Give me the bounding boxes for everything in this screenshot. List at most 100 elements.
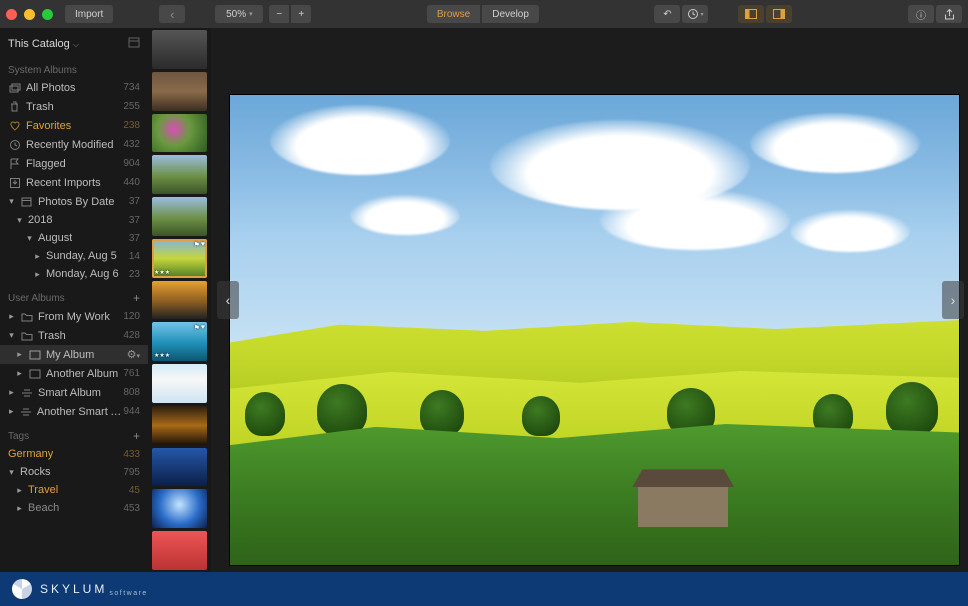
calendar-icon[interactable]: [128, 36, 140, 51]
close-window[interactable]: [6, 9, 17, 20]
thumbnail-badges: ⚑♥: [194, 324, 205, 332]
thumbnail[interactable]: [152, 364, 207, 403]
catalog-title: This Catalog: [8, 38, 70, 50]
thumbnail[interactable]: [152, 155, 207, 194]
sidebar-item-month-august[interactable]: ▾August 37: [0, 229, 148, 247]
share-icon: [944, 9, 955, 20]
brand-name: SKYLUM: [40, 582, 107, 596]
chevron-right-icon: ▸: [16, 349, 23, 360]
sidebar-tag-travel[interactable]: ▸Travel 45: [0, 481, 148, 499]
zoom-value: 50%: [226, 9, 246, 20]
sidebar-item-day-aug5[interactable]: ▸Sunday, Aug 5 14: [0, 247, 148, 265]
sidebar-item-recent-imports[interactable]: Recent Imports 440: [0, 173, 148, 192]
thumbnail[interactable]: [152, 448, 207, 487]
chevron-right-icon: ▸: [8, 406, 15, 417]
smart-icon: [20, 405, 32, 418]
panel-left-icon: [745, 9, 757, 19]
right-panel-toggle[interactable]: [766, 5, 792, 23]
thumbnail[interactable]: [152, 197, 207, 236]
maximize-window[interactable]: [42, 9, 53, 20]
info-button[interactable]: ⓘ: [908, 5, 934, 23]
thumbnail[interactable]: ★★★ ⚑♥: [152, 322, 207, 361]
tab-develop[interactable]: Develop: [482, 5, 539, 23]
section-label: Tags: [8, 431, 29, 442]
thumbnail[interactable]: [152, 30, 207, 69]
zoom-out-button[interactable]: −: [269, 5, 289, 23]
zoom-in-button[interactable]: +: [291, 5, 311, 23]
section-label: System Albums: [8, 65, 77, 76]
sidebar-item-my-album[interactable]: ▸My Album ⚙▾: [0, 345, 148, 364]
album-icon: [28, 367, 41, 380]
import-icon: [8, 176, 21, 189]
folder-icon: [20, 310, 33, 323]
toolbar: Import ‹ 50% ▾ − + Browse Develop ↶ ▾ ⓘ: [0, 0, 968, 28]
sidebar-item-recently-modified[interactable]: Recently Modified 432: [0, 135, 148, 154]
sidebar-item-another-smart[interactable]: ▸Another Smart A… 944: [0, 402, 148, 421]
sidebar-tag-beach[interactable]: ▸Beach 453: [0, 499, 148, 517]
next-image-button[interactable]: ›: [942, 281, 964, 319]
chevron-right-icon: ▸: [8, 311, 15, 322]
sidebar-item-user-trash[interactable]: ▾Trash 428: [0, 326, 148, 345]
left-panel-toggle[interactable]: [738, 5, 764, 23]
history-group: ↶ ▾: [654, 5, 708, 23]
mode-tabs: Browse Develop: [427, 5, 539, 23]
chevron-right-icon: ▸: [16, 368, 23, 379]
catalog-selector[interactable]: This Catalog ⌵: [0, 28, 148, 57]
tab-browse[interactable]: Browse: [427, 5, 480, 23]
sidebar-item-all-photos[interactable]: All Photos 734: [0, 78, 148, 97]
thumbnail-badges: ⚑♥: [194, 241, 205, 249]
chevron-down-icon: ▾: [26, 233, 33, 244]
gear-icon[interactable]: ⚙▾: [127, 348, 140, 361]
sidebar-item-photos-by-date[interactable]: ▾Photos By Date 37: [0, 192, 148, 211]
chevron-down-icon: ▾: [16, 215, 23, 226]
sidebar-tag-germany[interactable]: Germany 433: [0, 445, 148, 463]
heart-icon: ♥: [201, 241, 205, 249]
window-controls: [6, 9, 59, 20]
history-button[interactable]: ▾: [682, 5, 708, 23]
rating-stars-icon: ★★★: [154, 352, 170, 359]
section-system-albums: System Albums: [0, 57, 148, 78]
chevron-down-icon: ▾: [8, 196, 15, 207]
thumbnail[interactable]: [152, 114, 207, 153]
footer: SKYLUM software: [0, 572, 968, 606]
thumbnail[interactable]: [152, 489, 207, 528]
sidebar-item-trash[interactable]: Trash 255: [0, 97, 148, 116]
thumbnail-selected[interactable]: ★★★ ⚑♥: [152, 239, 207, 278]
zoom-dropdown[interactable]: 50% ▾: [215, 5, 263, 23]
sidebar-item-year-2018[interactable]: ▾2018 37: [0, 211, 148, 229]
zoom-steppers: − +: [269, 5, 311, 23]
add-user-album-button[interactable]: +: [133, 291, 140, 305]
thumbnail[interactable]: [152, 406, 207, 445]
back-button[interactable]: ‹: [159, 5, 185, 23]
brand-logo-icon: [12, 579, 32, 599]
section-label: User Albums: [8, 293, 65, 304]
heart-icon: ♥: [201, 324, 205, 332]
folder-icon: [20, 329, 33, 342]
prev-image-button[interactable]: ‹: [217, 281, 239, 319]
sidebar-item-day-aug6[interactable]: ▸Monday, Aug 6 23: [0, 265, 148, 283]
sidebar-tag-rocks[interactable]: ▾Rocks 795: [0, 463, 148, 481]
thumbnail[interactable]: [152, 72, 207, 111]
share-button[interactable]: [936, 5, 962, 23]
minimize-window[interactable]: [24, 9, 35, 20]
add-tag-button[interactable]: +: [133, 429, 140, 443]
import-button[interactable]: Import: [65, 5, 113, 23]
chevron-right-icon: ▸: [8, 387, 15, 398]
right-toolbar-group: ⓘ: [908, 5, 962, 23]
panel-toggles: [738, 5, 792, 23]
sidebar-item-smart-album[interactable]: ▸Smart Album 808: [0, 383, 148, 402]
main-image[interactable]: [229, 94, 960, 566]
thumbnail[interactable]: [152, 281, 207, 320]
filmstrip[interactable]: ★★★ ⚑♥ ★★★ ⚑♥: [148, 28, 211, 572]
sidebar-item-from-my-work[interactable]: ▸From My Work 120: [0, 307, 148, 326]
sidebar-item-flagged[interactable]: Flagged 904: [0, 154, 148, 173]
album-icon: [28, 348, 41, 361]
sidebar-item-favorites[interactable]: Favorites 238: [0, 116, 148, 135]
thumbnail[interactable]: [152, 531, 207, 570]
undo-button[interactable]: ↶: [654, 5, 680, 23]
flag-icon: [8, 157, 21, 170]
clock-icon: [687, 8, 699, 20]
brand-subtitle: software: [109, 590, 147, 597]
sidebar-item-another-album[interactable]: ▸Another Album 761: [0, 364, 148, 383]
chevron-right-icon: ▸: [34, 269, 41, 280]
